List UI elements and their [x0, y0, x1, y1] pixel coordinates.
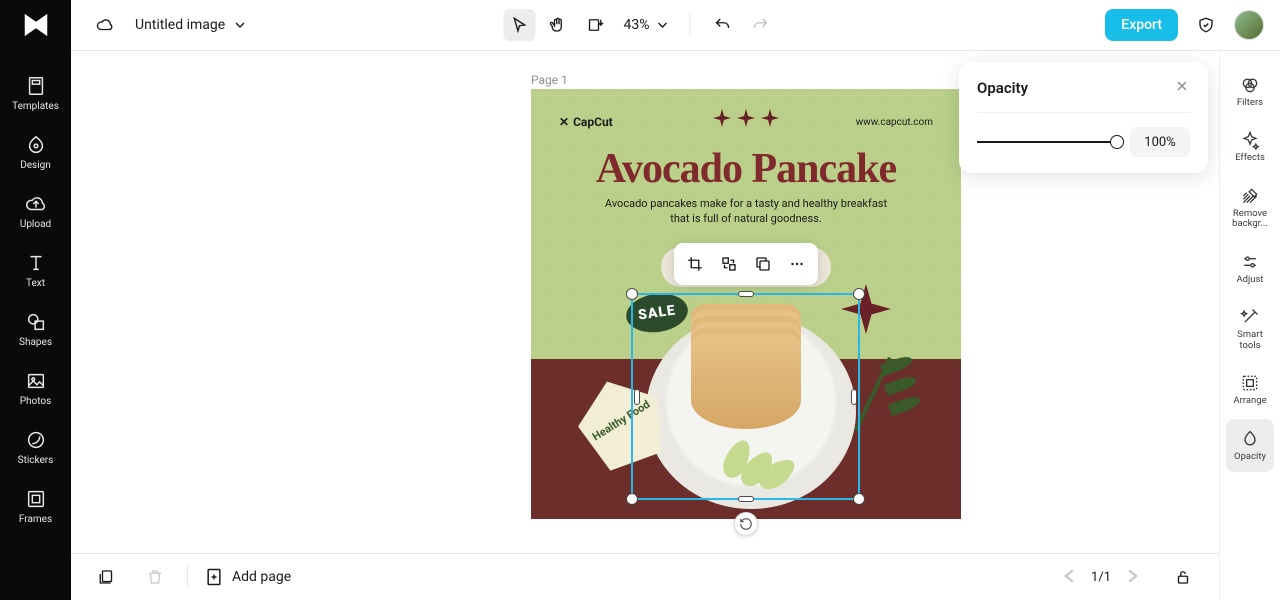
- add-page-button[interactable]: Add page: [204, 567, 291, 587]
- artboard-url: www.capcut.com: [856, 117, 933, 128]
- hand-tool[interactable]: [542, 9, 574, 41]
- export-button[interactable]: Export: [1105, 9, 1178, 41]
- cloud-sync-icon[interactable]: [89, 9, 121, 41]
- artboard-title: Avocado Pancake: [531, 145, 961, 193]
- artboard-banner: [661, 247, 831, 287]
- right-item-remove-bg[interactable]: Remove backgr...: [1226, 176, 1274, 240]
- sidebar-item-frames[interactable]: Frames: [0, 478, 71, 535]
- resize-canvas-button[interactable]: [580, 9, 612, 41]
- right-item-arrange[interactable]: Arrange: [1226, 363, 1274, 416]
- chevron-down-icon: [658, 20, 668, 30]
- opacity-panel-title: Opacity: [977, 79, 1028, 97]
- pager: 1/1: [1063, 561, 1199, 593]
- close-icon[interactable]: [1174, 78, 1190, 98]
- right-item-filters[interactable]: Filters: [1226, 65, 1274, 118]
- project-title-text: Untitled image: [135, 17, 225, 33]
- project-title[interactable]: Untitled image: [135, 17, 245, 33]
- chevron-down-icon: [235, 20, 245, 30]
- left-sidebar: Templates Design Upload Text Shapes Phot…: [0, 51, 71, 600]
- opacity-slider[interactable]: [977, 141, 1118, 143]
- redo-button: [745, 9, 777, 41]
- artboard-subtitle: Avocado pancakes make for a tasty and he…: [601, 197, 891, 227]
- right-sidebar: Filters Effects Remove backgr... Adjust …: [1219, 51, 1280, 600]
- top-center-tools: 43%: [504, 9, 777, 41]
- undo-button[interactable]: [707, 9, 739, 41]
- artboard-stars: [713, 109, 779, 127]
- shield-icon[interactable]: [1190, 9, 1222, 41]
- sidebar-item-photos[interactable]: Photos: [0, 360, 71, 417]
- delete-page-button: [139, 561, 171, 593]
- opacity-panel: Opacity 100%: [959, 62, 1208, 173]
- next-page-button: [1125, 568, 1139, 587]
- right-item-effects[interactable]: Effects: [1226, 120, 1274, 173]
- top-bar: Untitled image 43% Export: [0, 0, 1280, 51]
- user-avatar[interactable]: [1234, 10, 1264, 40]
- artboard-brand: CapCut: [559, 115, 613, 129]
- pages-panel-button[interactable]: [91, 561, 123, 593]
- sidebar-item-design[interactable]: Design: [0, 124, 71, 181]
- top-right-controls: Export: [1105, 9, 1264, 41]
- page-counter: 1/1: [1091, 570, 1111, 585]
- divider: [690, 14, 691, 36]
- sidebar-item-upload[interactable]: Upload: [0, 183, 71, 240]
- right-item-opacity[interactable]: Opacity: [1226, 419, 1274, 472]
- slider-thumb[interactable]: [1110, 135, 1124, 149]
- opacity-value[interactable]: 100%: [1130, 127, 1190, 157]
- artboard[interactable]: CapCut www.capcut.com Avocado Pancake Av…: [531, 89, 961, 519]
- sidebar-item-text[interactable]: Text: [0, 242, 71, 299]
- zoom-dropdown[interactable]: 43%: [624, 17, 668, 33]
- zoom-value: 43%: [624, 17, 650, 33]
- page-label: Page 1: [531, 73, 568, 87]
- select-tool[interactable]: [504, 9, 536, 41]
- pancake-graphic: [691, 334, 801, 429]
- lock-button[interactable]: [1167, 561, 1199, 593]
- divider: [187, 566, 188, 588]
- app-logo[interactable]: [0, 0, 71, 51]
- right-item-smart-tools[interactable]: Smart tools: [1226, 297, 1274, 361]
- leaf-graphic: [861, 349, 931, 439]
- sidebar-item-templates[interactable]: Templates: [0, 65, 71, 122]
- sidebar-item-stickers[interactable]: Stickers: [0, 419, 71, 476]
- right-item-adjust[interactable]: Adjust: [1226, 242, 1274, 295]
- add-page-label: Add page: [232, 569, 291, 585]
- sidebar-item-shapes[interactable]: Shapes: [0, 301, 71, 358]
- bottom-bar: Add page 1/1: [71, 553, 1219, 600]
- prev-page-button: [1063, 568, 1077, 587]
